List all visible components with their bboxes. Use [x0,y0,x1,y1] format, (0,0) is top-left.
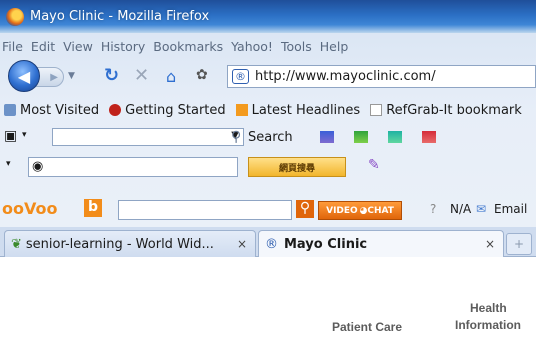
title-bar: Mayo Clinic - Mozilla Firefox [0,0,536,33]
google-g-icon: ◉ [32,159,44,174]
mayo-favicon-icon: ® [265,236,278,252]
bookmark-icon[interactable]: ✿ [196,67,208,83]
video-chat-button[interactable]: VIDEO ◕CHAT [318,201,402,220]
google-search-button[interactable]: 網頁搜尋 [248,157,346,177]
bookmarks-toolbar: Most Visited Getting Started Latest Head… [0,98,536,122]
getting-started-icon [109,104,122,116]
back-button[interactable]: ◀ [8,60,40,92]
plant-favicon-icon: ❦ [11,236,22,252]
bing-icon[interactable]: b [84,199,102,217]
email-button[interactable]: Email [494,202,527,216]
chat-toolbar: ooVoo b ⚲ VIDEO ◕CHAT ? N/A ✉ Email [0,196,536,224]
bookmark-label: RefGrab-It bookmark [386,102,522,118]
search-button[interactable]: Search [248,130,293,145]
bookmark-label: Getting Started [125,102,226,118]
flag-red-icon[interactable] [422,131,436,143]
menu-view[interactable]: View [63,39,93,54]
menu-bookmarks[interactable]: Bookmarks [153,39,223,54]
tab-strip: ❦ senior-learning - World Wid... × ® May… [0,227,536,257]
url-bar[interactable]: ® http://www.mayoclinic.com/ [227,65,536,88]
tab-label: Mayo Clinic [284,236,368,252]
stop-icon[interactable]: ✕ [134,65,149,86]
menu-bar: File Edit View History Bookmarks Yahoo! … [0,35,536,57]
navigation-bar: ▶ ◀ ▼ ↻ ✕ ⌂ ✿ ® http://www.mayoclinic.co… [0,57,536,95]
email-icon: ✉ [476,202,487,216]
close-tab-icon[interactable]: × [237,237,247,251]
dropdown-icon[interactable]: ▾ [22,130,27,140]
oovoo-logo-icon[interactable]: ooVoo [2,199,57,218]
tab-label: senior-learning - World Wid... [25,236,214,252]
tab-senior-learning[interactable]: ❦ senior-learning - World Wid... × [4,230,256,257]
oovoo-search-icon[interactable]: ⚲ [296,200,314,218]
google-search-input[interactable]: ◉ [28,157,238,177]
bookmark-getting-started[interactable]: Getting Started [109,103,226,118]
new-tab-button[interactable]: + [506,233,532,255]
url-text: http://www.mayoclinic.com/ [255,69,436,84]
bookmark-label: Latest Headlines [251,102,361,118]
rss-feed-icon [235,104,248,116]
window-title: Mayo Clinic - Mozilla Firefox [30,9,210,24]
help-icon[interactable]: ? [430,202,436,216]
search-icon: ⚲ [231,129,242,145]
flag-blue-icon[interactable] [320,131,334,143]
toolbar-menu-icon[interactable]: ▣ [4,128,17,144]
history-dropdown-icon[interactable]: ▼ [68,71,75,81]
oovoo-search-input[interactable] [118,200,292,220]
firefox-logo-icon [6,7,24,26]
toolbar-search-input[interactable]: ▼ [52,128,244,146]
menu-file[interactable]: File [2,39,23,54]
menu-yahoo[interactable]: Yahoo! [231,39,273,54]
search-toolbar: ▣ ▾ ▼ ⚲ Search [0,124,536,150]
site-favicon-icon: ® [232,69,249,84]
bookmark-label: Most Visited [20,102,100,118]
most-visited-icon [4,104,16,116]
bookmark-most-visited[interactable]: Most Visited [4,103,99,118]
google-toolbar: ▾ ◉ 網頁搜尋 ✎ [0,153,536,181]
dropdown-icon[interactable]: ▾ [6,159,11,169]
menu-edit[interactable]: Edit [31,39,55,54]
home-icon[interactable]: ⌂ [166,67,176,86]
highlighter-icon[interactable]: ✎ [368,157,380,173]
patient-care-link[interactable]: Patient Care [332,320,402,334]
bookmark-refgrab[interactable]: RefGrab-It bookmark [370,103,522,118]
health-link-line2[interactable]: Information [455,318,521,332]
menu-help[interactable]: Help [320,39,349,54]
page-icon [370,104,383,116]
health-link-line1[interactable]: Health [470,301,507,315]
flag-green-icon[interactable] [354,131,368,143]
tab-mayo-clinic[interactable]: ® Mayo Clinic × [258,230,504,257]
bookmark-latest-headlines[interactable]: Latest Headlines [235,102,361,118]
menu-tools[interactable]: Tools [281,39,312,54]
na-label: N/A [450,202,472,216]
menu-history[interactable]: History [101,39,145,54]
reload-icon[interactable]: ↻ [104,65,119,86]
flag-teal-icon[interactable] [388,131,402,143]
close-tab-icon[interactable]: × [485,237,495,251]
page-content: Patient Care Health Information [0,257,536,364]
